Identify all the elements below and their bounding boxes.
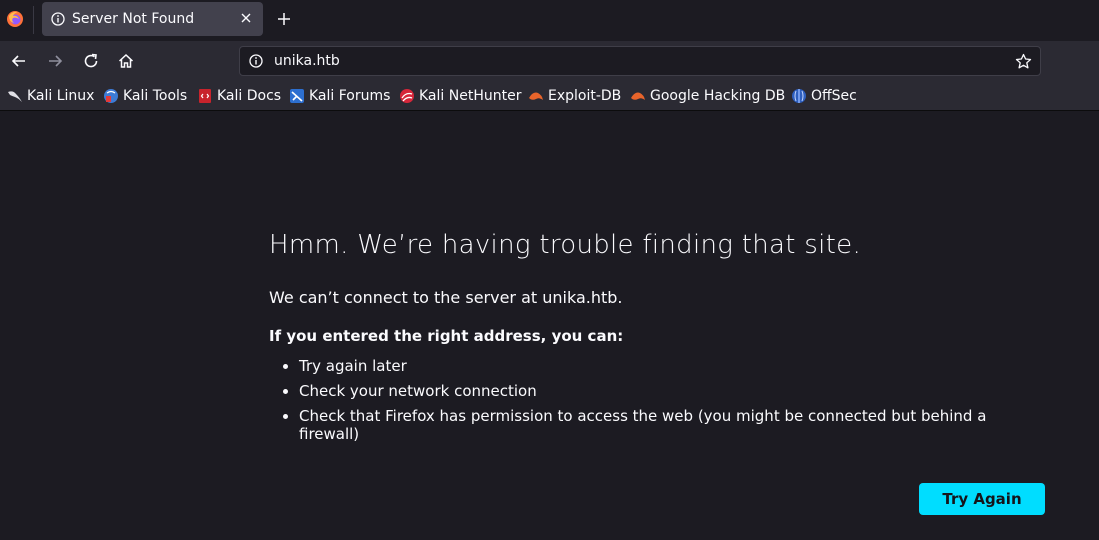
kali-dragon-icon [8,91,22,102]
exploit-db-icon [529,92,543,100]
suggestion-item: Check that Firefox has permission to acc… [299,407,1039,443]
tab-title: Server Not Found [72,11,195,27]
arrow-right-icon[interactable] [46,52,64,70]
bookmark-label: Kali Linux [27,88,95,104]
kali-tools-icon [104,89,118,103]
error-page: Hmm. We’re having trouble finding that s… [0,111,1099,540]
suggestion-item: Check your network connection [299,382,1039,400]
bookmark-kali-nethunter[interactable]: Kali NetHunter [399,87,521,105]
bookmark-exploit-db[interactable]: Exploit-DB [528,87,621,105]
star-icon[interactable] [1015,53,1032,70]
bookmark-label: Kali Forums [309,88,391,104]
bookmark-label: Kali NetHunter [419,88,522,104]
kali-docs-icon [199,89,211,103]
close-icon[interactable] [239,11,253,25]
bookmark-kali-docs[interactable]: Kali Docs [197,87,281,105]
url-input[interactable] [274,53,974,69]
bookmark-kali-forums[interactable]: Kali Forums [289,87,390,105]
bookmarks-toolbar: Kali Linux Kali Tools Kali Docs Kali For… [0,81,1099,111]
navigation-toolbar [0,41,1099,81]
tab-active[interactable]: Server Not Found [42,2,263,36]
home-icon[interactable] [117,52,135,70]
tab-separator [33,6,34,34]
try-again-button[interactable]: Try Again [919,483,1045,515]
firefox-logo-icon[interactable] [6,10,24,28]
offsec-icon [792,89,806,103]
new-tab-plus-icon[interactable] [276,11,292,27]
arrow-left-icon[interactable] [10,52,28,70]
bookmark-label: Exploit-DB [548,88,622,104]
bookmark-label: Kali Tools [123,88,188,104]
bookmark-kali-linux[interactable]: Kali Linux [7,87,94,105]
reload-icon[interactable] [82,52,100,70]
error-title: Hmm. We’re having trouble finding that s… [269,230,862,260]
info-icon [51,12,65,26]
suggestion-list: Try again later Check your network conne… [269,357,1039,450]
bookmark-label: OffSec [811,88,857,104]
bookmark-google-hacking-db[interactable]: Google Hacking DB [630,87,785,105]
tab-strip: Server Not Found [0,0,1099,41]
url-bar[interactable] [239,46,1041,76]
bookmark-kali-tools[interactable]: Kali Tools [103,87,187,105]
info-icon[interactable] [249,54,263,68]
ghdb-icon [631,92,645,100]
kali-nethunter-icon [400,89,414,103]
error-description: We can’t connect to the server at unika.… [269,288,623,307]
bookmark-label: Kali Docs [217,88,282,104]
suggestion-item: Try again later [299,357,1039,375]
error-subtitle: If you entered the right address, you ca… [269,327,624,345]
bookmark-label: Google Hacking DB [650,88,786,104]
kali-forums-icon [290,89,304,103]
bookmark-offsec[interactable]: OffSec [791,87,857,105]
